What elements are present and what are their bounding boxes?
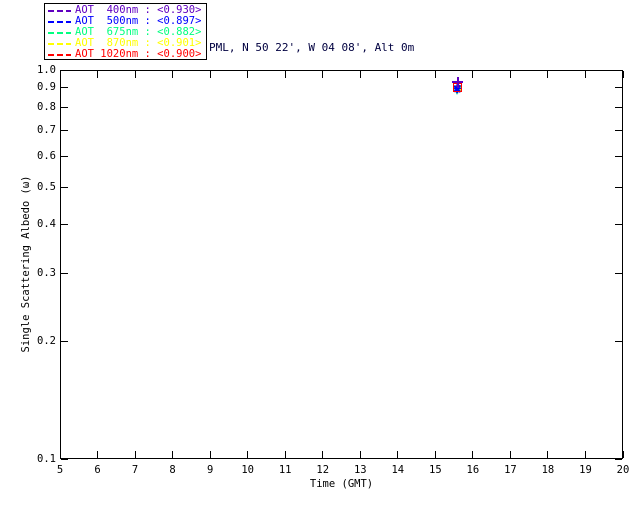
x-tick-label: 16 xyxy=(466,464,480,476)
y-tick xyxy=(615,186,622,188)
x-tick xyxy=(284,71,286,78)
x-tick-label: 8 xyxy=(169,464,176,476)
x-tick-label: 17 xyxy=(504,464,517,476)
x-tick-label: 12 xyxy=(316,464,330,476)
x-tick xyxy=(172,451,174,458)
legend-line-sample xyxy=(48,20,71,23)
y-tick xyxy=(61,458,68,460)
y-tick-label: 0.7 xyxy=(37,123,56,136)
x-tick xyxy=(97,71,99,78)
x-tick xyxy=(509,71,511,78)
x-tick xyxy=(434,71,436,78)
x-tick xyxy=(322,451,324,458)
x-tick-label: 11 xyxy=(278,464,292,476)
x-tick-label: 7 xyxy=(131,464,139,476)
x-tick xyxy=(359,451,361,458)
plot-area xyxy=(60,70,623,459)
y-tick-label: 0.4 xyxy=(37,218,56,231)
x-axis-title: Time (GMT) xyxy=(309,478,374,490)
x-tick-label: 20 xyxy=(616,464,630,476)
y-tick xyxy=(615,224,622,226)
x-tick xyxy=(584,71,586,78)
x-tick xyxy=(547,451,549,458)
x-tick-label: 13 xyxy=(353,464,367,476)
x-tick xyxy=(359,71,361,78)
x-tick xyxy=(59,71,61,78)
y-tick-label: 0.6 xyxy=(37,149,56,162)
x-tick xyxy=(209,451,211,458)
x-tick xyxy=(509,451,511,458)
y-tick-label: 0.9 xyxy=(37,81,56,94)
x-tick xyxy=(472,451,474,458)
x-tick xyxy=(547,71,549,78)
legend: AOT 400nm : <0.930> AOT 500nm : <0.897> AO… xyxy=(44,3,207,60)
ssa-plot-canvas: AOT 400nm : <0.930> AOT 500nm : <0.897> AO… xyxy=(0,0,640,512)
y-tick xyxy=(615,458,622,460)
x-tick-label: 9 xyxy=(206,464,214,476)
x-tick-label: 5 xyxy=(56,464,64,476)
y-tick xyxy=(615,129,622,131)
y-tick-label: 0.1 xyxy=(37,452,56,465)
x-tick xyxy=(622,71,624,78)
legend-line-sample xyxy=(48,42,71,45)
legend-item: AOT 1020nm : <0.900> xyxy=(48,49,206,60)
x-tick-label: 10 xyxy=(241,464,254,476)
x-tick xyxy=(247,451,249,458)
y-tick xyxy=(61,155,68,157)
x-tick xyxy=(397,451,399,458)
x-tick xyxy=(172,71,174,78)
y-tick-label: 0.3 xyxy=(37,266,56,279)
y-tick-label: 0.2 xyxy=(37,335,56,348)
y-tick xyxy=(615,107,622,109)
x-tick xyxy=(134,71,136,78)
y-tick xyxy=(615,272,622,274)
y-tick xyxy=(61,107,68,109)
x-tick xyxy=(247,71,249,78)
legend-item-label: AOT 1020nm : <0.900> xyxy=(75,48,202,60)
x-tick xyxy=(134,451,136,458)
y-tick xyxy=(615,87,622,89)
y-tick-label: 1.0 xyxy=(37,63,56,76)
y-tick xyxy=(61,129,68,131)
y-tick xyxy=(615,69,622,71)
x-tick xyxy=(397,71,399,78)
x-tick xyxy=(284,451,286,458)
y-tick xyxy=(615,341,622,343)
x-tick xyxy=(97,451,99,458)
x-tick-label: 19 xyxy=(579,464,592,476)
y-tick xyxy=(61,69,68,71)
legend-line-sample xyxy=(48,53,71,56)
marker-shape xyxy=(456,76,459,88)
legend-line-sample xyxy=(48,9,71,12)
y-tick xyxy=(61,186,68,188)
y-tick-label: 0.5 xyxy=(37,180,56,193)
x-tick xyxy=(434,451,436,458)
x-tick xyxy=(584,451,586,458)
x-tick-label: 15 xyxy=(429,464,442,476)
y-axis-title-text: Single Scattering Albedo (ω) xyxy=(20,175,32,353)
y-tick xyxy=(61,87,68,89)
x-tick-label: 14 xyxy=(391,464,405,476)
x-tick xyxy=(472,71,474,78)
y-tick xyxy=(61,224,68,226)
y-tick xyxy=(615,155,622,157)
x-tick xyxy=(209,71,211,78)
legend-line-sample xyxy=(48,31,71,34)
y-tick-label: 0.8 xyxy=(37,101,56,114)
x-tick xyxy=(622,451,624,458)
x-tick-label: 18 xyxy=(541,464,555,476)
x-tick-label: 6 xyxy=(94,464,101,476)
x-tick xyxy=(322,71,324,78)
y-tick xyxy=(61,341,68,343)
x-tick xyxy=(59,451,61,458)
station-info-line: PML, N 50 22', W 04 08', Alt 0m xyxy=(209,41,415,54)
y-tick xyxy=(61,272,68,274)
